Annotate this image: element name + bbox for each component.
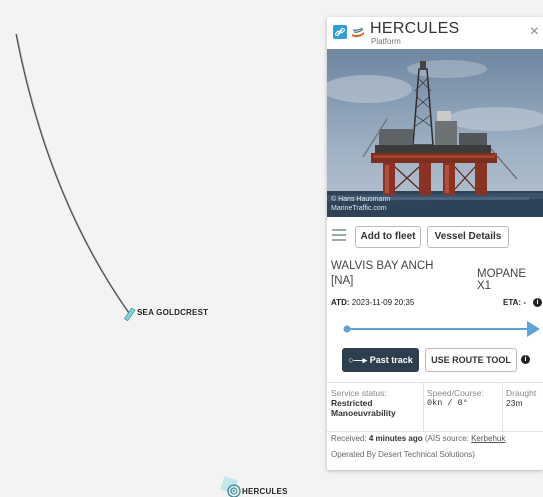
speed-course-value: 0kn / 0° <box>427 398 468 408</box>
past-track-button[interactable]: ○—▸ Past track <box>342 348 419 372</box>
draught: Draught 23m <box>506 388 536 408</box>
operator-info: Operated By Desert Technical Solutions) <box>331 450 475 459</box>
received-time: 4 minutes ago <box>368 434 423 443</box>
eta-value: - <box>523 298 526 307</box>
eta-info-icon[interactable]: i <box>533 298 542 307</box>
eta: ETA: - <box>503 298 526 307</box>
vessel-name: HERCULES <box>370 20 460 37</box>
received-info: Received: 4 minutes ago (AIS source: Ker… <box>331 434 505 443</box>
speed-course-label: Speed/Course: <box>427 388 484 398</box>
draught-value: 23m <box>506 398 523 408</box>
vessel-photo[interactable]: © Hans Hausmann MarineTraffic.com <box>327 49 543 217</box>
panel-toolbar: Add to fleet Vessel Details <box>327 223 543 249</box>
close-icon[interactable]: × <box>530 24 539 40</box>
service-status: Service status: Restricted Manoeuvrabili… <box>331 388 396 418</box>
past-track-icon: ○—▸ <box>348 355 368 365</box>
photo-credit-author: © Hans Hausmann <box>331 196 391 203</box>
speed-course: Speed/Course: 0kn / 0° <box>427 388 484 408</box>
use-route-tool-button[interactable]: USE ROUTE TOOL <box>425 348 517 372</box>
route-ports: WALVIS BAY ANCH [NA] MOPANE X1 <box>327 259 543 292</box>
ais-source-link[interactable]: Kerbehuk <box>471 434 505 443</box>
voyage-progress <box>327 317 543 341</box>
hamburger-menu-icon[interactable] <box>332 229 346 241</box>
departure-port-code: [NA] <box>331 275 354 287</box>
atd-value: 2023-11-09 20:35 <box>351 298 415 307</box>
service-status-value: Restricted <box>331 398 373 408</box>
past-track-label: Past track <box>369 355 413 365</box>
add-to-fleet-button[interactable]: Add to fleet <box>355 226 421 248</box>
vessel-type: Platform <box>371 37 401 46</box>
vessel-track-line <box>15 33 132 317</box>
atd-label: ATD: <box>331 298 350 307</box>
flag-icon <box>351 26 365 40</box>
draught-label: Draught <box>506 388 537 398</box>
photo-credit-site: MarineTraffic.com <box>331 205 387 212</box>
vessel-details-button[interactable]: Vessel Details <box>427 226 509 248</box>
eta-label: ETA: <box>503 298 522 307</box>
ais-source-label: (AIS source: <box>424 434 469 443</box>
service-status-value-2: Manoeuvrability <box>331 408 396 418</box>
vessel-info-panel: HERCULES Platform × © Hans Hausmann Mari… <box>327 17 543 470</box>
departure-port[interactable]: WALVIS BAY ANCH [NA] <box>331 259 433 289</box>
vessel-stats: Service status: Restricted Manoeuvrabili… <box>327 382 543 432</box>
vessel-label-sea-goldcrest[interactable]: SEA GOLDCREST <box>137 308 208 317</box>
voyage-times: ATD: 2023-11-09 20:35 ETA: - i <box>327 298 543 312</box>
destination-port[interactable]: MOPANE X1 <box>477 268 543 292</box>
photo-credit: © Hans Hausmann MarineTraffic.com <box>331 195 390 213</box>
link-icon[interactable] <box>333 25 347 39</box>
vessel-track-line-shadow <box>16 33 133 317</box>
received-label: Received: <box>331 434 367 443</box>
departure-port-name: WALVIS BAY ANCH <box>331 260 434 272</box>
hercules-marker[interactable] <box>220 476 241 497</box>
route-tool-info-icon[interactable]: i <box>521 355 530 364</box>
atd: ATD: 2023-11-09 20:35 <box>331 298 414 307</box>
service-status-label: Service status: <box>331 388 387 398</box>
track-actions: ○—▸ Past track USE ROUTE TOOL i <box>327 348 543 374</box>
vessel-label-hercules[interactable]: HERCULES <box>242 487 288 496</box>
panel-header: HERCULES Platform × <box>327 17 543 49</box>
